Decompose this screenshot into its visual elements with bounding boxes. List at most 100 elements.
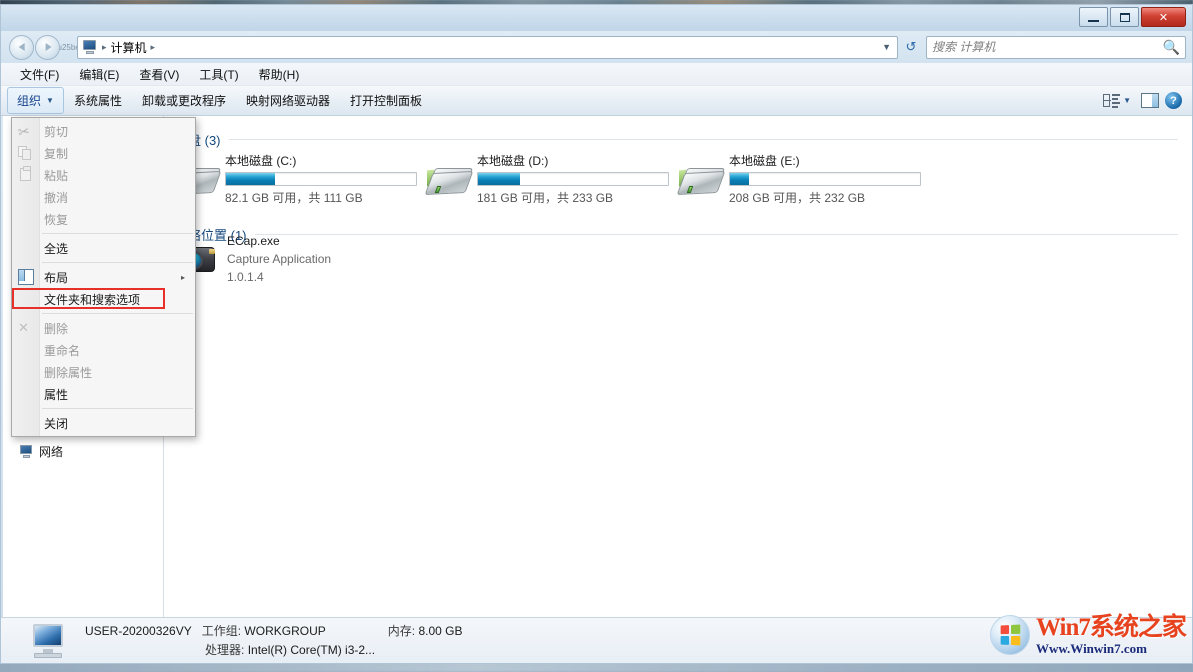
uninstall-change-program-button[interactable]: 卸载或更改程序 bbox=[132, 88, 236, 113]
drive-item-c[interactable]: 本地磁盘 (C:) 82.1 GB 可用，共 111 GB bbox=[172, 150, 425, 208]
drive-list: 本地磁盘 (C:) 82.1 GB 可用，共 111 GB 本地磁盘 (D:) bbox=[165, 150, 1192, 210]
menu-item-properties[interactable]: 属性 bbox=[12, 383, 195, 405]
change-view-button[interactable]: ▼ bbox=[1099, 91, 1135, 110]
menu-item-label: 全选 bbox=[44, 241, 69, 256]
drive-free-space: 208 GB 可用，共 232 GB bbox=[729, 191, 866, 205]
windows-logo-icon bbox=[990, 615, 1030, 655]
menu-item-label: 恢复 bbox=[44, 212, 69, 227]
command-toolbar: 组织 ▼ 系统属性 卸载或更改程序 映射网络驱动器 打开控制面板 ▼ ? bbox=[1, 86, 1192, 116]
menu-item-paste[interactable]: 粘贴 bbox=[12, 164, 195, 186]
hard-drive-icon bbox=[676, 164, 726, 204]
processor-value: Intel(R) Core(TM) i3-2... bbox=[247, 642, 376, 657]
address-bar[interactable]: ▸ 计算机 ▸ ▼ bbox=[77, 35, 898, 59]
hard-drive-icon bbox=[424, 164, 474, 204]
drive-name: 本地磁盘 (D:) bbox=[477, 154, 549, 168]
watermark-title: Win7系统之家 bbox=[1036, 614, 1187, 641]
menu-item-label: 布局 bbox=[44, 270, 69, 285]
maximize-icon bbox=[1119, 12, 1130, 22]
tree-item-label: 网络 bbox=[39, 445, 64, 459]
computer-status-icon bbox=[29, 623, 71, 658]
watermark-url: Www.Winwin7.com bbox=[1036, 641, 1147, 656]
chevron-down-icon: ▼ bbox=[46, 96, 54, 105]
drive-name: 本地磁盘 (E:) bbox=[729, 154, 800, 168]
menu-item-select-all[interactable]: 全选 bbox=[12, 237, 195, 259]
toolbar-right-group: ▼ ? bbox=[1099, 91, 1186, 110]
menu-item-label: 复制 bbox=[44, 146, 69, 161]
minimize-button[interactable] bbox=[1079, 7, 1108, 27]
system-properties-button[interactable]: 系统属性 bbox=[64, 88, 132, 113]
chevron-down-icon: ▼ bbox=[1123, 96, 1131, 105]
processor-label: 处理器: bbox=[205, 642, 245, 657]
menu-separator bbox=[42, 313, 193, 314]
menu-edit[interactable]: 编辑(E) bbox=[70, 63, 128, 86]
menu-item-redo[interactable]: 恢复 bbox=[12, 208, 195, 230]
drive-item-e[interactable]: 本地磁盘 (E:) 208 GB 可用，共 232 GB bbox=[676, 150, 929, 208]
drive-free-space: 82.1 GB 可用，共 111 GB bbox=[225, 191, 363, 205]
recent-pages-dropdown[interactable]: \u25be bbox=[55, 36, 79, 58]
search-box[interactable]: 🔍 bbox=[926, 35, 1186, 59]
menu-item-label: 撤消 bbox=[44, 190, 69, 205]
refresh-icon[interactable]: ↺ bbox=[900, 36, 922, 58]
file-description: Capture Application bbox=[227, 252, 332, 266]
group-header-harddisks[interactable]: 硬盘 (3) bbox=[175, 130, 1178, 149]
screen: ✕ \u25be ▸ 计算机 ▸ ▼ ↺ 🔍 bbox=[0, 0, 1193, 672]
menu-help[interactable]: 帮助(H) bbox=[250, 63, 309, 86]
menu-item-remove-properties[interactable]: 删除属性 bbox=[12, 361, 195, 383]
search-icon: 🔍 bbox=[1162, 38, 1180, 55]
watermark: Win7系统之家 Www.Winwin7.com bbox=[990, 609, 1187, 661]
drive-name: 本地磁盘 (C:) bbox=[225, 154, 297, 168]
drive-usage-bar bbox=[225, 172, 417, 186]
delete-icon bbox=[18, 320, 34, 336]
navigation-buttons: \u25be bbox=[9, 34, 80, 60]
menu-item-cut[interactable]: 剪切 bbox=[12, 120, 195, 142]
drive-usage-bar bbox=[729, 172, 921, 186]
menu-item-copy[interactable]: 复制 bbox=[12, 142, 195, 164]
menu-item-folder-and-search-options[interactable]: 文件夹和搜索选项 bbox=[12, 288, 195, 310]
menu-separator bbox=[42, 262, 193, 263]
scissors-icon bbox=[18, 123, 34, 139]
menu-separator bbox=[42, 408, 193, 409]
tree-item-network[interactable]: 网络 bbox=[19, 443, 63, 460]
status-details: USER-20200326VY 工作组: WORKGROUP 内存: 8.00 … bbox=[85, 622, 462, 660]
menu-file[interactable]: 文件(F) bbox=[11, 63, 68, 86]
copy-icon bbox=[18, 145, 34, 161]
group-divider bbox=[228, 139, 1178, 140]
forward-button[interactable] bbox=[35, 34, 60, 60]
group-divider bbox=[254, 234, 1178, 235]
window-controls: ✕ bbox=[1079, 7, 1186, 27]
search-input[interactable] bbox=[932, 40, 1163, 54]
workgroup-label: 工作组: bbox=[201, 623, 242, 638]
menu-item-undo[interactable]: 撤消 bbox=[12, 186, 195, 208]
preview-pane-icon[interactable] bbox=[1141, 93, 1159, 108]
map-network-drive-button[interactable]: 映射网络驱动器 bbox=[236, 88, 340, 113]
menu-item-rename[interactable]: 重命名 bbox=[12, 339, 195, 361]
help-icon[interactable]: ? bbox=[1165, 92, 1182, 109]
menu-item-layout[interactable]: 布局 ▸ bbox=[12, 266, 195, 288]
organize-button[interactable]: 组织 ▼ bbox=[7, 87, 64, 114]
organize-label: 组织 bbox=[17, 94, 42, 108]
memory-label: 内存: bbox=[387, 623, 416, 638]
drive-item-d[interactable]: 本地磁盘 (D:) 181 GB 可用，共 233 GB bbox=[424, 150, 677, 208]
view-options-icon bbox=[1103, 93, 1121, 108]
navigation-pane-edge bbox=[1, 116, 3, 617]
workgroup-value: WORKGROUP bbox=[244, 623, 326, 638]
menu-view[interactable]: 查看(V) bbox=[130, 63, 188, 86]
menu-separator bbox=[42, 233, 193, 234]
file-item-ecap[interactable]: ECap.exe Capture Application 1.0.1.4 bbox=[175, 234, 331, 284]
menu-item-close[interactable]: 关闭 bbox=[12, 412, 195, 434]
menu-item-label: 关闭 bbox=[44, 416, 69, 431]
menu-item-delete[interactable]: 删除 bbox=[12, 317, 195, 339]
breadcrumb-separator-1: ▸ bbox=[102, 41, 107, 52]
address-dropdown-icon[interactable]: ▼ bbox=[882, 42, 893, 52]
network-computer-icon bbox=[19, 445, 34, 458]
breadcrumb-separator-2[interactable]: ▸ bbox=[151, 42, 156, 53]
menu-item-label: 粘贴 bbox=[44, 168, 69, 183]
minimize-icon bbox=[1088, 19, 1099, 22]
maximize-button[interactable] bbox=[1110, 7, 1139, 27]
open-control-panel-button[interactable]: 打开控制面板 bbox=[340, 88, 432, 113]
back-button[interactable] bbox=[9, 34, 34, 60]
menu-tools[interactable]: 工具(T) bbox=[190, 63, 247, 86]
close-button[interactable]: ✕ bbox=[1141, 7, 1186, 27]
breadcrumb-item-computer[interactable]: 计算机 bbox=[111, 39, 147, 56]
menu-item-label: 文件夹和搜索选项 bbox=[44, 292, 141, 307]
